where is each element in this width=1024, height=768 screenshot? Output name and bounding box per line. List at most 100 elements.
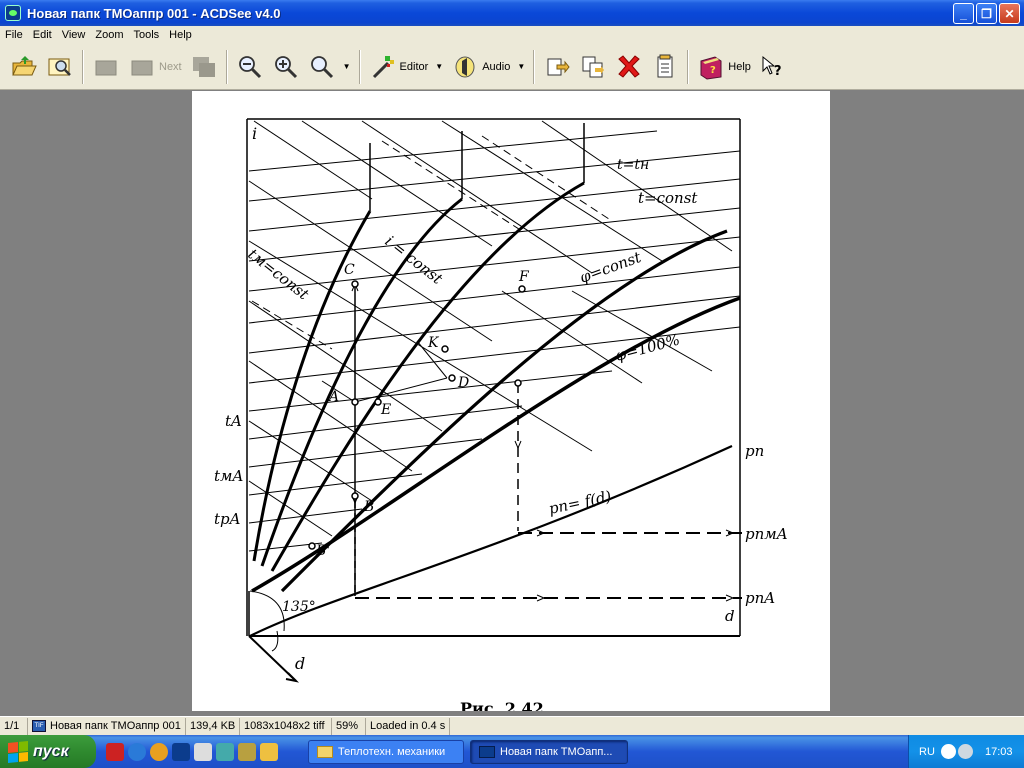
move-to-button[interactable] (575, 48, 611, 86)
chevron-down-icon[interactable]: ▼ (435, 62, 443, 71)
windows-logo-icon (8, 740, 28, 763)
maximize-button[interactable]: ❐ (976, 3, 997, 24)
zoom-menu-button[interactable]: ▼ (304, 48, 355, 86)
scanned-diagram: i d 135° t=tн t=const φ=const φ=100% i =… (192, 91, 830, 711)
folder-icon (317, 745, 333, 758)
point-d-label: D (457, 375, 469, 391)
next-label: Next (159, 60, 182, 73)
quick-launch (106, 742, 278, 761)
status-filename: TIF Новая папк ТМОаппр 001 (28, 717, 186, 735)
menu-zoom[interactable]: Zoom (90, 29, 128, 41)
next-button[interactable]: Next (124, 48, 186, 86)
axis-i-label: i (252, 124, 257, 143)
help-button[interactable]: ? Help (693, 48, 755, 86)
menu-edit[interactable]: Edit (28, 29, 57, 41)
point-f-label: F (518, 269, 530, 285)
internet-explorer-icon[interactable] (128, 742, 146, 761)
open-button[interactable] (6, 48, 42, 86)
phi-100-label: φ=100% (613, 330, 681, 364)
taskbar-item-folder[interactable]: Теплотехн. механики (308, 739, 464, 764)
menu-file[interactable]: File (0, 29, 28, 41)
browse-button[interactable] (42, 48, 78, 86)
tpa-label: tpA (214, 510, 241, 528)
whats-this-button[interactable]: ? (755, 48, 791, 86)
pna-label: pпA (745, 589, 775, 607)
taskbar-item-label: Новая папк ТМОапп... (500, 745, 613, 758)
image-viewer[interactable]: i d 135° t=tн t=const φ=const φ=100% i =… (0, 91, 1024, 716)
menu-help[interactable]: Help (164, 29, 197, 41)
tray-expand-icon[interactable] (941, 744, 956, 759)
start-button[interactable]: пуск (0, 735, 96, 768)
status-filesize: 139,4 KB (186, 717, 240, 735)
move-to-icon (582, 56, 605, 77)
delete-button[interactable] (611, 48, 647, 86)
zoom-out-icon (238, 55, 261, 78)
isotherm-tn-label: t=tн (617, 157, 649, 173)
menu-view[interactable]: View (57, 29, 91, 41)
open-folder-icon (12, 55, 37, 75)
delete-icon (618, 54, 641, 78)
status-position: 1/1 (0, 717, 28, 735)
figure-caption: Рис. 2.42 (460, 699, 544, 711)
point-b-prime-label: B' (315, 543, 330, 559)
properties-button[interactable] (647, 48, 683, 86)
calculator-icon[interactable] (194, 742, 212, 761)
acdsee-icon[interactable] (172, 742, 190, 761)
angle-label: 135° (282, 599, 316, 615)
language-indicator[interactable]: RU (913, 746, 941, 758)
diagram-points (308, 280, 526, 550)
slideshow-icon (192, 56, 215, 77)
pn-label: pп (745, 442, 764, 460)
audio-label: Audio (482, 60, 511, 73)
network-icon[interactable] (216, 742, 234, 761)
pnma-label: pпмA (745, 525, 788, 543)
pn-function-label: pп= f(d) (547, 487, 613, 518)
window-title: Новая папк ТМОаппр 001 - ACDSee v4.0 (27, 5, 281, 21)
point-b-label: B (363, 499, 374, 515)
toolbar-separator (358, 49, 361, 84)
zoom-in-button[interactable] (268, 48, 304, 86)
close-button[interactable]: ✕ (999, 3, 1020, 24)
status-bar: 1/1 TIF Новая папк ТМОаппр 001 139,4 KB … (0, 716, 1024, 735)
zoom-in-icon (274, 55, 297, 78)
help-label: Help (728, 60, 751, 73)
taskbar-item-label: Теплотехн. механики (338, 745, 446, 758)
title-bar[interactable]: Новая папк ТМОаппр 001 - ACDSee v4.0 _ ❐… (0, 0, 1024, 26)
menu-tools[interactable]: Tools (128, 29, 164, 41)
taskbar-item-acdsee[interactable]: Новая папк ТМОапп... (470, 739, 628, 764)
status-dimensions: 1083x1048x2 tiff (240, 717, 332, 735)
save-disk-icon[interactable] (106, 742, 124, 761)
status-filename-text: Новая папк ТМОаппр 001 (50, 720, 181, 732)
editor-label: Editor (399, 60, 429, 73)
slideshow-button[interactable] (186, 48, 222, 86)
status-load-time: Loaded in 0.4 s (366, 717, 450, 735)
tiff-file-icon: TIF (32, 720, 46, 732)
audio-speaker-icon (455, 56, 475, 77)
volume-icon[interactable] (958, 744, 973, 759)
audio-button[interactable]: Audio ▼ (447, 48, 529, 86)
start-label: пуск (33, 742, 69, 760)
editor-button[interactable]: Editor ▼ (365, 48, 448, 86)
editor-wand-icon (372, 55, 394, 78)
window-controls: _ ❐ ✕ (953, 3, 1020, 24)
taskbar: пуск Теплотехн. механики Новая папк ТМОа… (0, 735, 1024, 768)
media-player-icon[interactable] (150, 742, 168, 761)
utility-icon[interactable] (260, 742, 278, 761)
id-diagram: i d 135° t=tн t=const φ=const φ=100% i =… (214, 118, 788, 711)
archive-icon[interactable] (238, 742, 256, 761)
chevron-down-icon[interactable]: ▼ (517, 62, 525, 71)
chevron-down-icon[interactable]: ▼ (343, 62, 351, 71)
properties-icon (657, 54, 673, 77)
copy-to-button[interactable] (539, 48, 575, 86)
toolbar: Next ▼ Editor ▼ Audio ▼ ? Help ? (0, 44, 1024, 90)
point-c-label: C (344, 262, 355, 278)
clock[interactable]: 17:03 (985, 746, 1013, 758)
toolbar-separator (687, 49, 690, 84)
next-icon (131, 60, 153, 75)
point-e-label: E (380, 402, 391, 418)
acdsee-app-icon[interactable] (5, 5, 21, 21)
minimize-button[interactable]: _ (953, 3, 974, 24)
point-k-label: K (427, 335, 440, 351)
previous-button[interactable] (88, 48, 124, 86)
zoom-out-button[interactable] (232, 48, 268, 86)
